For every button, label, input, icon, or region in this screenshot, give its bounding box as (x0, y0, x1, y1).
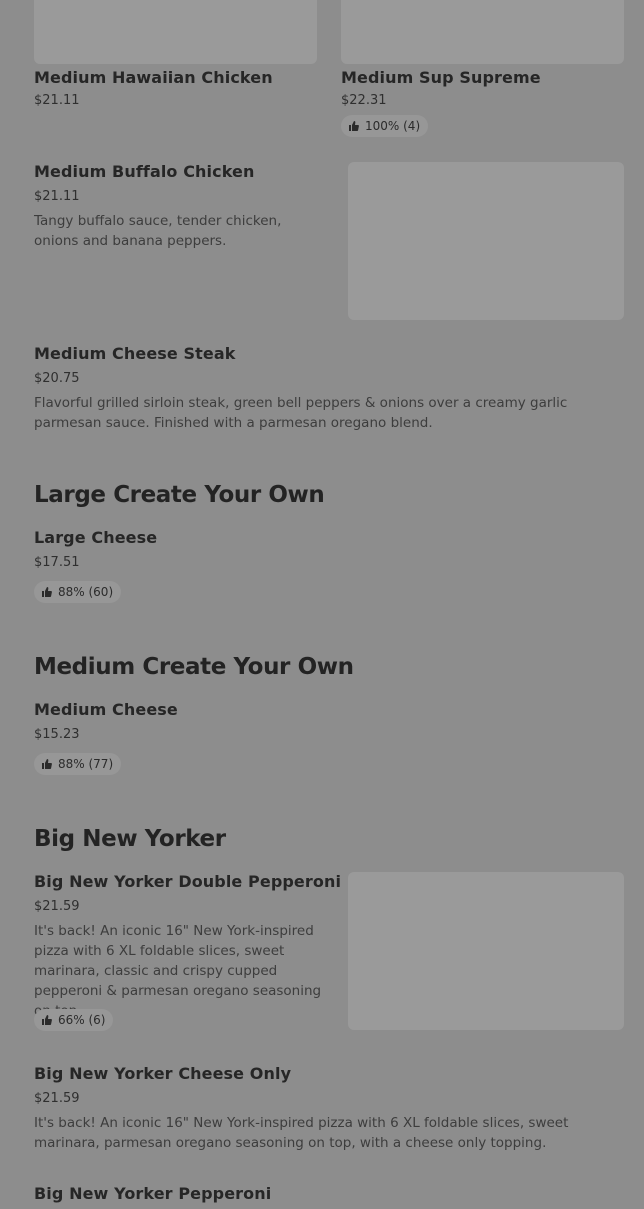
rating-badge: 88% (77) (34, 753, 122, 775)
item-name[interactable]: Medium Buffalo Chicken (34, 162, 254, 181)
item-price: $21.59 (34, 899, 80, 914)
item-price: $17.51 (34, 555, 80, 570)
rating-text: 88% (60) (58, 585, 114, 599)
section-title: Medium Create Your Own (34, 654, 354, 680)
item-description: Tangy buffalo sauce, tender chicken, oni… (34, 213, 282, 249)
rating-text: 88% (77) (58, 757, 114, 771)
rating-text: 100% (4) (365, 119, 421, 133)
rating-badge: 66% (6) (34, 1009, 114, 1031)
section-title: Big New Yorker (34, 826, 226, 852)
menu-page: Medium Hawaiian Chicken $21.11 Medium Su… (0, 0, 644, 1209)
item-name[interactable]: Large Cheese (34, 528, 157, 547)
item-price: $20.75 (34, 371, 80, 386)
item-price: $21.59 (34, 1091, 80, 1106)
item-name[interactable]: Medium Cheese Steak (34, 344, 236, 363)
item-price: $21.11 (34, 189, 80, 204)
thumbs-up-icon (349, 121, 359, 131)
item-name[interactable]: Medium Cheese (34, 700, 178, 719)
item-name[interactable]: Big New Yorker Double Pepperoni (34, 872, 341, 891)
item-description: It's back! An iconic 16" New York-inspir… (34, 1115, 569, 1151)
item-image-bny-double-pepperoni[interactable] (348, 872, 624, 1030)
thumbs-up-icon (42, 1015, 52, 1025)
item-name[interactable]: Medium Hawaiian Chicken (34, 68, 273, 87)
item-price: $21.11 (34, 93, 80, 108)
item-image-buffalo[interactable] (348, 162, 624, 320)
rating-badge: 100% (4) (341, 115, 429, 137)
rating-badge: 88% (60) (34, 581, 122, 603)
section-title: Large Create Your Own (34, 482, 325, 508)
thumbs-up-icon (42, 759, 52, 769)
item-description: Flavorful grilled sirloin steak, green b… (34, 395, 568, 431)
rating-text: 66% (6) (58, 1013, 106, 1027)
item-name[interactable]: Big New Yorker Pepperoni (34, 1184, 271, 1203)
thumbs-up-icon (42, 587, 52, 597)
item-image-hawaiian[interactable] (34, 0, 317, 64)
item-description: It's back! An iconic 16" New York-inspir… (34, 923, 322, 1019)
item-price: $15.23 (34, 727, 80, 742)
item-name[interactable]: Big New Yorker Cheese Only (34, 1064, 291, 1083)
item-image-sup-supreme[interactable] (341, 0, 624, 64)
item-name[interactable]: Medium Sup Supreme (341, 68, 541, 87)
item-price: $22.31 (341, 93, 387, 108)
